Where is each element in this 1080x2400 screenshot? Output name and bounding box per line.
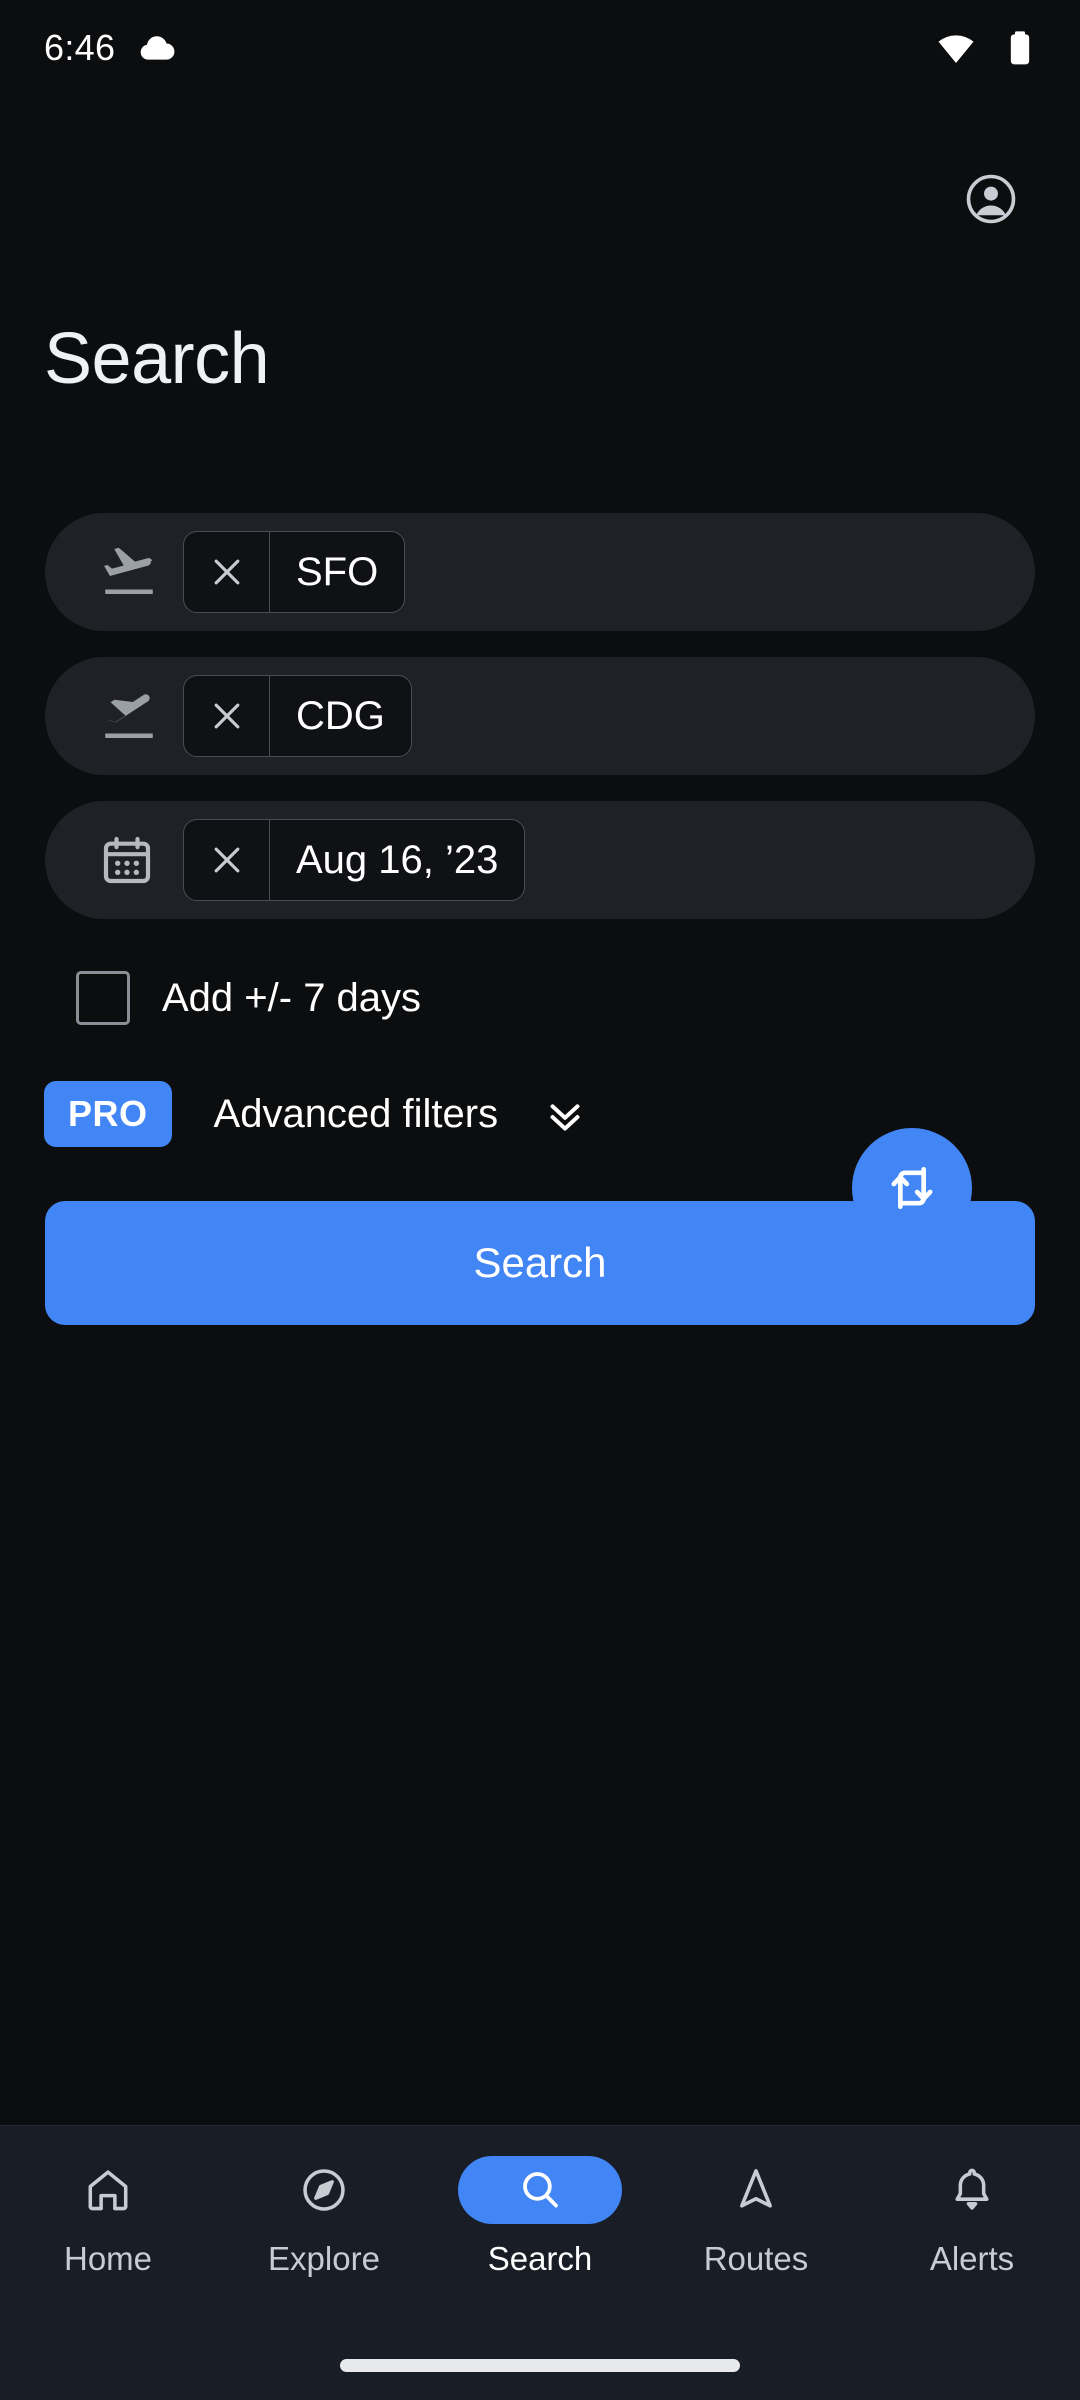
nav-pill-alerts [890,2156,1054,2224]
compass-icon [299,2165,349,2215]
app-screen: 6:46 Search SFO CDG Aug 16, ’23 Add +/- … [0,0,1080,2400]
destination-clear-icon[interactable] [184,676,270,756]
nav-item-explore[interactable]: Explore [216,2156,432,2346]
search-icon [516,2166,564,2214]
pro-badge: PRO [44,1081,172,1147]
nav-item-alerts[interactable]: Alerts [864,2156,1080,2346]
status-bar-left: 6:46 [44,27,177,69]
navigation-icon [731,2165,781,2215]
nav-label-alerts: Alerts [929,2240,1015,2277]
origin-value[interactable]: SFO [270,532,404,612]
wifi-icon [936,28,976,68]
flex-dates-checkbox[interactable] [76,971,130,1025]
flex-dates-row[interactable]: Add +/- 7 days [76,971,1080,1025]
nav-item-routes[interactable]: Routes [648,2156,864,2346]
flex-dates-label: Add +/- 7 days [162,975,422,1020]
nav-label-home: Home [63,2240,153,2277]
date-chip[interactable]: Aug 16, ’23 [183,819,526,901]
home-indicator [340,2359,740,2372]
destination-field-row[interactable]: CDG [45,657,1035,775]
nav-pill-home [26,2156,190,2224]
nav-label-explore: Explore [268,2240,380,2277]
origin-field-row[interactable]: SFO [45,513,1035,631]
origin-chip[interactable]: SFO [183,531,406,613]
destination-value[interactable]: CDG [270,676,411,756]
date-field-row[interactable]: Aug 16, ’23 [45,801,1035,919]
double-chevron-down-icon[interactable] [542,1091,588,1137]
destination-chip[interactable]: CDG [183,675,412,757]
nav-label-routes: Routes [703,2240,809,2277]
home-icon [83,2165,133,2215]
status-bar-clock: 6:46 [44,27,116,68]
nav-pill-routes [674,2156,838,2224]
nav-pill-search [458,2156,622,2224]
swap-airports-button[interactable] [852,1128,972,1248]
date-clear-icon[interactable] [184,820,270,900]
page-title: Search [44,319,270,399]
date-value[interactable]: Aug 16, ’23 [270,820,524,900]
battery-icon [1000,28,1040,68]
cloud-icon [137,28,177,68]
origin-clear-icon[interactable] [184,532,270,612]
search-form: SFO CDG Aug 16, ’23 Add +/- 7 days PRO A… [0,513,1080,1325]
bell-icon [947,2165,997,2215]
status-bar-right [936,28,1040,68]
nav-pill-explore [242,2156,406,2224]
bottom-nav-items: Home Explore Search Routes Alerts [0,2126,1080,2346]
flight-takeoff-icon [99,542,161,602]
account-circle-icon[interactable] [964,172,1018,226]
bottom-navigation-bar: Home Explore Search Routes Alerts [0,2125,1080,2400]
advanced-filters-label: Advanced filters [213,1091,499,1136]
flight-land-icon [99,686,161,746]
nav-item-home[interactable]: Home [0,2156,216,2346]
status-bar: 6:46 [0,0,1080,96]
calendar-icon [99,832,161,888]
nav-item-search[interactable]: Search [432,2156,648,2346]
nav-label-search: Search [487,2240,593,2277]
